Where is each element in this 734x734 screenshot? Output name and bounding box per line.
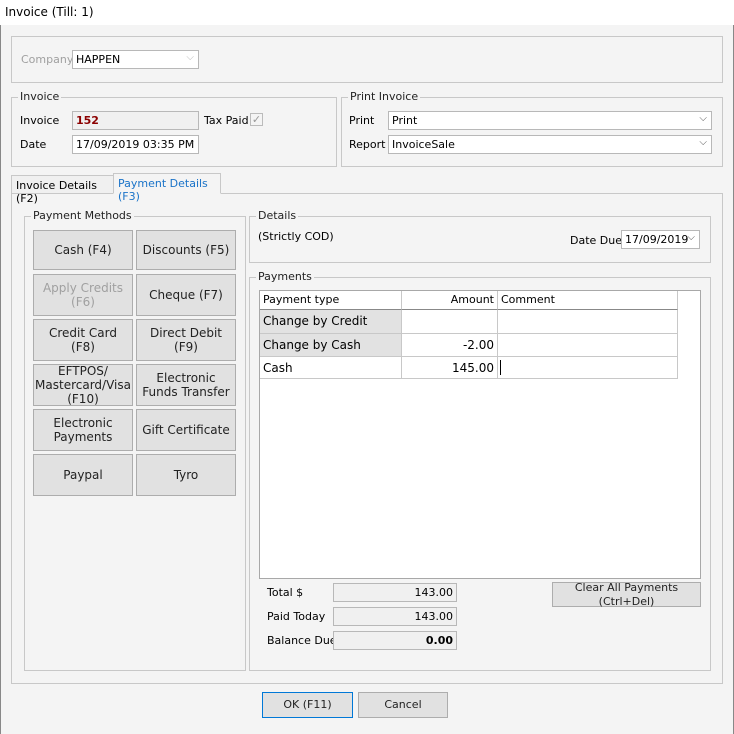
amount-cell[interactable]: 145.00 — [402, 357, 498, 379]
company-label: Company — [21, 53, 74, 66]
cancel-button[interactable]: Cancel — [358, 692, 448, 718]
comment-cell[interactable] — [498, 357, 678, 379]
print-invoice-group-label: Print Invoice — [348, 90, 421, 103]
payment-method-button[interactable]: Electronic Payments — [33, 409, 133, 451]
payment-method-button[interactable]: Cash (F4) — [33, 230, 133, 270]
payment-method-button[interactable]: Direct Debit (F9) — [136, 319, 236, 361]
payment-method-button[interactable]: Gift Certificate — [136, 409, 236, 451]
balance-due-label: Balance Due — [267, 634, 337, 647]
comment-cell[interactable] — [498, 310, 678, 334]
chevron-down-icon: ⌵ — [186, 137, 194, 148]
payment-method-button[interactable]: Tyro — [136, 454, 236, 496]
total-value: 143.00 — [333, 583, 457, 602]
date-label: Date — [20, 138, 47, 151]
print-value: Print — [392, 114, 418, 127]
chevron-down-icon: ⌵ — [699, 137, 707, 148]
comment-cell[interactable] — [498, 334, 678, 357]
tax-paid-label: Tax Paid — [204, 114, 249, 127]
text-cursor — [500, 360, 501, 375]
title-bar: Invoice (Till: 1) — [0, 0, 734, 25]
payment-method-button[interactable]: Cheque (F7) — [136, 274, 236, 316]
amount-cell[interactable] — [402, 310, 498, 334]
window-title: Invoice (Till: 1) — [5, 5, 94, 19]
payment-method-button[interactable]: Discounts (F5) — [136, 230, 236, 270]
invoice-number: 152 — [76, 114, 99, 127]
invoice-number-field[interactable]: 152 — [72, 111, 199, 130]
tab-payment-details[interactable]: Payment Details (F3) — [113, 173, 221, 203]
payments-grid[interactable]: Payment type Amount Comment Change by Cr… — [259, 290, 701, 579]
details-label: Details — [256, 209, 299, 222]
date-value: 17/09/2019 03:35 PM — [76, 138, 195, 151]
date-due-value: 17/09/2019 — [625, 233, 689, 246]
report-value: InvoiceSale — [392, 138, 455, 151]
report-label: Report — [349, 138, 386, 151]
column-header-comment[interactable]: Comment — [498, 291, 678, 310]
date-due-label: Date Due — [570, 234, 622, 247]
payment-type-cell[interactable]: Change by Cash — [260, 334, 402, 357]
paid-today-label: Paid Today — [267, 610, 326, 623]
company-value: HAPPEN — [76, 53, 121, 66]
report-combo[interactable]: InvoiceSale ⌵ — [388, 135, 712, 154]
company-combo[interactable]: HAPPEN ⌵ — [72, 50, 199, 69]
amount-cell[interactable]: -2.00 — [402, 334, 498, 357]
date-picker[interactable]: 17/09/2019 03:35 PM ⌵ — [72, 135, 199, 154]
print-invoice-group: Print Invoice — [341, 90, 723, 167]
payment-methods-label: Payment Methods — [31, 209, 134, 222]
payment-type-cell[interactable]: Change by Credit — [260, 310, 402, 334]
print-combo[interactable]: Print ⌵ — [388, 111, 712, 130]
tab-invoice-details[interactable]: Invoice Details (F2) — [11, 175, 114, 205]
balance-due-value: 0.00 — [333, 631, 457, 650]
terms-text: (Strictly COD) — [258, 230, 334, 243]
invoice-group-label: Invoice — [18, 90, 62, 103]
column-header-amount[interactable]: Amount — [402, 291, 498, 310]
payment-method-button[interactable]: Credit Card (F8) — [33, 319, 133, 361]
invoice-group: Invoice — [11, 90, 337, 167]
print-label: Print — [349, 114, 375, 127]
payment-method-button[interactable]: EFTPOS/ Mastercard/Visa (F10) — [33, 364, 133, 406]
payment-method-button[interactable]: Electronic Funds Transfer — [136, 364, 236, 406]
chevron-down-icon: ⌵ — [687, 232, 695, 243]
clear-all-payments-button[interactable]: Clear All Payments (Ctrl+Del) — [552, 581, 701, 608]
chevron-down-icon: ⌵ — [186, 52, 194, 63]
ok-button[interactable]: OK (F11) — [262, 692, 353, 718]
invoice-label: Invoice — [20, 114, 60, 127]
payment-method-button[interactable]: Paypal — [33, 454, 133, 496]
tax-paid-checkbox[interactable]: ✓ — [250, 113, 263, 126]
date-due-picker[interactable]: 17/09/2019 ⌵ — [621, 230, 700, 249]
payments-label: Payments — [256, 270, 314, 283]
payment-type-cell[interactable]: Cash — [260, 357, 402, 379]
paid-today-value: 143.00 — [333, 607, 457, 626]
total-label: Total $ — [267, 586, 304, 599]
column-header-payment-type[interactable]: Payment type — [260, 291, 402, 310]
chevron-down-icon: ⌵ — [699, 113, 707, 124]
payment-method-button[interactable]: Apply Credits (F6) — [33, 274, 133, 316]
